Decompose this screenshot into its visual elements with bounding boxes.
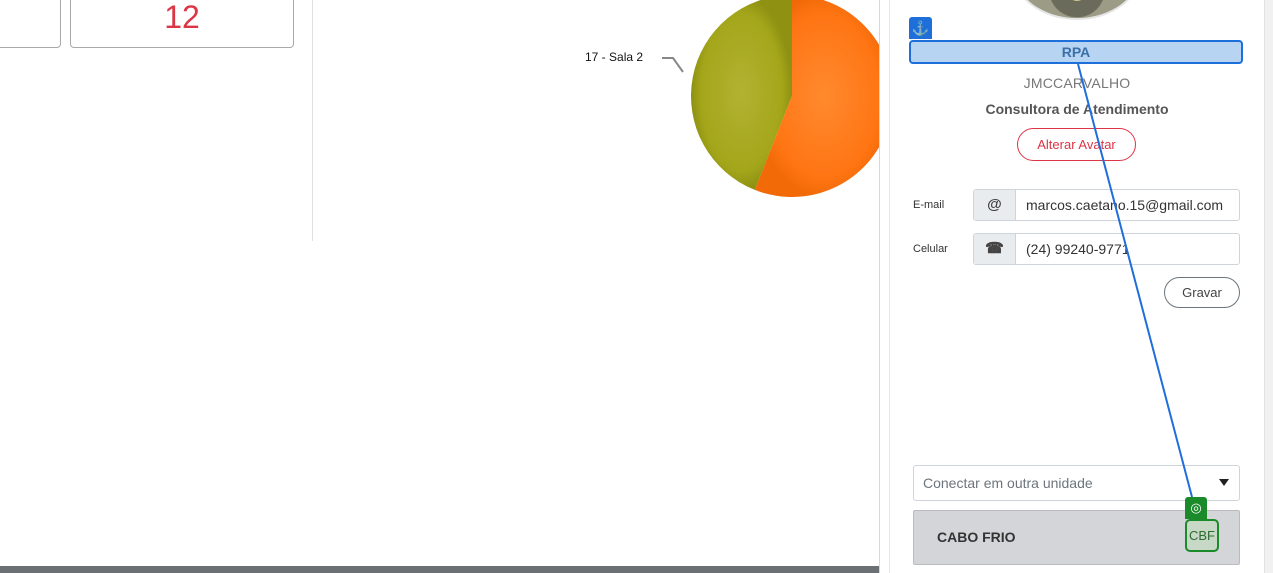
pie-chart: 17 - Sala 2 (560, 0, 893, 240)
phone-icon: ☎ (974, 234, 1016, 264)
anchor-icon: ⚓ (909, 17, 932, 39)
avatar (1012, 0, 1142, 20)
stat-card-value: 12 (164, 0, 200, 35)
pie-slice-label: 17 - Sala 2 (585, 50, 644, 64)
pie-chart-svg (662, 0, 893, 197)
stat-card (0, 0, 61, 48)
email-field[interactable]: marcos.caetano.15@gmail.com (1026, 190, 1223, 220)
username: JMCCARVALHO (1023, 75, 1131, 91)
unit-code-badge[interactable]: CBF (1185, 519, 1219, 552)
pie-leader-line (662, 57, 684, 73)
chevron-down-icon (1219, 479, 1229, 486)
bottom-scrollbar[interactable] (0, 566, 879, 573)
group-label-bar[interactable]: RPA (909, 40, 1243, 64)
save-button[interactable]: Gravar (1164, 277, 1240, 308)
email-label: E-mail (913, 199, 945, 211)
panel-divider (879, 0, 880, 573)
email-icon: @ (974, 190, 1016, 220)
phone-input-group[interactable]: ☎ (24) 99240-9771 (973, 233, 1240, 265)
unit-select-placeholder: Conectar em outra unidade (923, 475, 1093, 491)
email-input-group[interactable]: @ marcos.caetano.15@gmail.com (973, 189, 1240, 221)
unit-select[interactable]: Conectar em outra unidade (913, 465, 1240, 501)
target-icon: ◎ (1185, 497, 1207, 519)
change-avatar-button[interactable]: Alterar Avatar (1017, 128, 1136, 161)
phone-field[interactable]: (24) 99240-9771 (1026, 234, 1130, 264)
stat-card-total: 12 (70, 0, 294, 48)
column-divider (312, 0, 313, 241)
phone-label: Celular (913, 243, 948, 255)
dashboard-area: 12 17 - Sala 2 (0, 0, 893, 573)
current-unit-label: CABO FRIO (937, 529, 1016, 545)
user-role: Consultora de Atendimento (985, 101, 1169, 117)
vertical-scrollbar[interactable] (1264, 0, 1273, 573)
